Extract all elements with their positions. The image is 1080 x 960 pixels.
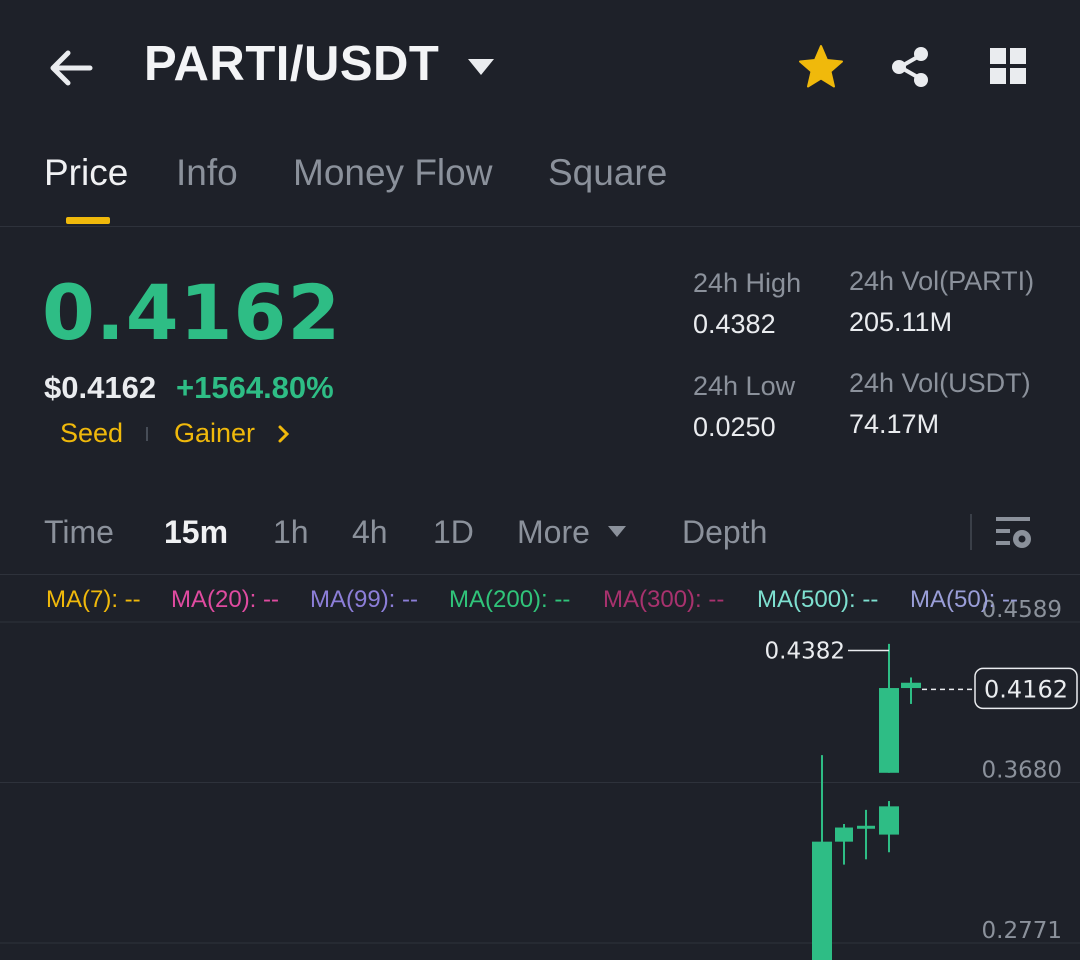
grid-menu-button[interactable] [986,44,1032,90]
interval-1d[interactable]: 1D [433,514,474,551]
ma-300: MA(300): -- [603,586,725,613]
ma-20: MA(20): -- [171,586,279,613]
favorite-button[interactable] [796,42,846,92]
interval-more[interactable]: More [517,514,590,551]
stat-24h-vol-base-value: 205.11M [849,307,953,337]
tab-info[interactable]: Info [176,152,238,194]
ma-99: MA(99): -- [310,586,418,613]
chevron-down-icon[interactable] [466,56,496,80]
interval-1h[interactable]: 1h [273,514,309,551]
tag-seed[interactable]: Seed [60,418,123,449]
stat-24h-high-label: 24h High [693,268,802,298]
candle-body [901,682,921,689]
stat-24h-low-label: 24h Low [693,371,796,401]
candlestick-chart[interactable]: 0.45890.36800.2771 0.43820.4162 [0,576,1080,960]
interval-time[interactable]: Time [44,514,114,551]
candle-body [879,688,899,773]
y-tick-label: 0.3680 [982,758,1062,784]
chevron-right-icon[interactable] [274,422,294,446]
candle-body [879,806,899,835]
stat-24h-high-value: 0.4382 [693,309,776,339]
pair-title[interactable]: PARTI/USDT [144,36,439,92]
depth-tab[interactable]: Depth [682,514,767,551]
tab-money-flow[interactable]: Money Flow [293,152,492,194]
last-price: 0.4162 [42,268,342,357]
ma-50: MA(50): -- [910,586,1018,613]
tag-gainer[interactable]: Gainer [174,418,255,449]
stat-24h-vol-quote-label: 24h Vol(USDT) [849,368,1031,398]
interval-4h[interactable]: 4h [352,514,388,551]
candle-body [857,825,875,829]
back-button[interactable] [44,40,100,96]
chart-settings-icon [996,517,1031,548]
high-marker-label: 0.4382 [765,639,845,665]
tab-square[interactable]: Square [548,152,667,194]
active-tab-indicator [66,217,110,224]
tag-separator [146,427,148,441]
ma-500: MA(500): -- [757,586,879,613]
price-change-percent: +1564.80% [176,370,334,405]
stat-24h-low-value: 0.0250 [693,412,776,442]
star-icon [799,45,843,88]
last-price-label: 0.4162 [984,675,1068,703]
tab-price[interactable]: Price [44,152,128,194]
interval-15m[interactable]: 15m [164,514,228,551]
chart-settings-button[interactable] [994,512,1034,552]
chevron-down-icon[interactable] [606,524,628,540]
divider [0,226,1080,227]
grid-icon [990,48,1026,84]
stat-24h-vol-base-label: 24h Vol(PARTI) [849,266,1035,296]
share-button[interactable] [886,42,936,92]
divider [0,574,1080,575]
ma-7: MA(7): -- [46,586,141,613]
y-tick-label: 0.2771 [982,918,1062,944]
share-icon [892,47,928,87]
arrow-left-icon [50,50,93,86]
candle-body [835,827,853,842]
usd-price: $0.4162 [44,370,157,405]
ma-200: MA(200): -- [449,586,571,613]
stat-24h-vol-quote-value: 74.17M [849,409,940,439]
divider [970,514,972,550]
candle-body [812,841,832,960]
